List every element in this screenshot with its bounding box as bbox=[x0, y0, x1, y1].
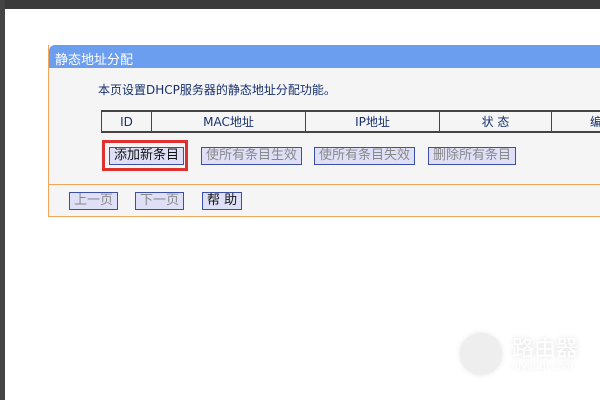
table-header-row: ID MAC地址 IP地址 状 态 编 bbox=[101, 110, 600, 133]
disable-all-button[interactable]: 使所有条目失效 bbox=[314, 147, 416, 165]
watermark: 路由器 luyouqi.com bbox=[460, 333, 580, 393]
window-top-bar bbox=[0, 0, 600, 9]
delete-all-button[interactable]: 删除所有条目 bbox=[428, 147, 517, 165]
col-mac: MAC地址 bbox=[151, 110, 306, 133]
window-left-bar bbox=[0, 0, 5, 400]
prev-page-button[interactable]: 上一页 bbox=[69, 192, 119, 210]
col-status: 状 态 bbox=[439, 110, 552, 133]
panel-description: 本页设置DHCP服务器的静态地址分配功能。 bbox=[98, 83, 336, 97]
divider bbox=[49, 184, 600, 185]
next-page-button[interactable]: 下一页 bbox=[135, 192, 185, 210]
enable-all-button[interactable]: 使所有条目生效 bbox=[201, 147, 303, 165]
add-entry-button[interactable]: 添加新条目 bbox=[109, 147, 185, 165]
col-id: ID bbox=[101, 110, 152, 133]
col-edit: 编 bbox=[551, 110, 600, 133]
col-ip: IP地址 bbox=[305, 110, 440, 133]
watermark-title: 路由器 bbox=[512, 337, 579, 362]
router-icon bbox=[460, 333, 502, 375]
help-button[interactable]: 帮 助 bbox=[202, 192, 243, 210]
static-address-table: ID MAC地址 IP地址 状 态 编 bbox=[101, 110, 600, 133]
panel-title: 静态地址分配 bbox=[49, 45, 600, 68]
static-address-panel: 静态地址分配 本页设置DHCP服务器的静态地址分配功能。 ID MAC地址 IP… bbox=[48, 45, 600, 217]
watermark-site: luyouqi.com bbox=[512, 361, 574, 372]
